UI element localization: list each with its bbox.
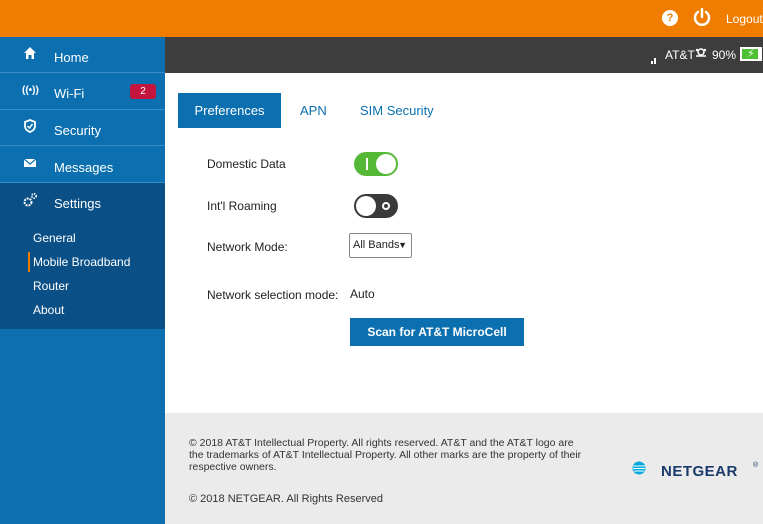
wifi-count-badge: 2 [130, 84, 156, 99]
status-header: AT&T 90% ⚡ [165, 37, 763, 73]
domestic-data-toggle[interactable] [354, 152, 398, 176]
settings-submenu: General Mobile Broadband Router About [0, 219, 165, 329]
submenu-item-about[interactable]: About [28, 300, 64, 320]
network-mode-value: All Bands [353, 239, 400, 251]
network-selection-label: Network selection mode: [207, 288, 339, 302]
submenu-item-mobile-broadband[interactable]: Mobile Broadband [28, 252, 130, 272]
chevron-down-icon: ▼ [398, 240, 407, 250]
sidebar-item-label: Home [54, 50, 89, 65]
network-icon [694, 47, 708, 62]
tab-apn[interactable]: APN [300, 93, 327, 128]
network-selection-value: Auto [350, 287, 375, 301]
tab-preferences[interactable]: Preferences [178, 93, 281, 128]
sidebar: Home ((•)) Wi-Fi 2 Security Messages Set… [0, 37, 165, 524]
sidebar-item-home[interactable]: Home [0, 37, 165, 73]
gears-icon [22, 192, 38, 208]
sidebar-item-label: Messages [54, 160, 114, 175]
sidebar-item-security[interactable]: Security [0, 110, 165, 146]
sidebar-item-label: Wi-Fi [54, 86, 85, 101]
sidebar-item-messages[interactable]: Messages [0, 147, 165, 183]
battery-icon: ⚡ [740, 47, 762, 61]
shield-icon [22, 119, 38, 135]
wifi-icon: ((•)) [22, 85, 39, 96]
power-icon[interactable] [692, 7, 712, 27]
network-mode-label: Network Mode: [207, 240, 288, 254]
toggle-on-mark [366, 158, 368, 170]
netgear-logo: NETGEAR [661, 463, 738, 480]
charging-bolt-icon: ⚡ [747, 48, 755, 60]
intl-roaming-toggle[interactable] [354, 194, 398, 218]
sidebar-item-label: Settings [54, 196, 101, 211]
toggle-off-mark [382, 202, 390, 210]
sidebar-item-wifi[interactable]: ((•)) Wi-Fi 2 [0, 74, 165, 110]
sidebar-item-settings[interactable]: Settings [0, 183, 165, 219]
netgear-copyright-text: © 2018 NETGEAR. All Rights Reserved [189, 493, 383, 505]
home-icon [22, 46, 38, 62]
carrier-name: AT&T [665, 48, 695, 62]
submenu-item-router[interactable]: Router [28, 276, 69, 296]
scan-microcell-button[interactable]: Scan for AT&T MicroCell [350, 318, 524, 346]
envelope-icon [22, 156, 38, 172]
logout-link[interactable]: Logout [726, 12, 763, 26]
sidebar-item-label: Security [54, 123, 101, 138]
signal-icon [651, 58, 656, 64]
netgear-registered-mark: ® [753, 462, 759, 469]
top-bar: ? Logout [0, 0, 763, 37]
network-mode-select[interactable]: All Bands ▼ [349, 233, 412, 258]
toggle-knob [356, 196, 376, 216]
tab-sim-security[interactable]: SIM Security [360, 93, 434, 128]
battery-percent: 90% [712, 48, 737, 62]
att-globe-icon [632, 461, 646, 475]
toggle-knob [376, 154, 396, 174]
domestic-data-label: Domestic Data [207, 157, 286, 171]
submenu-item-general[interactable]: General [28, 228, 76, 248]
help-icon[interactable]: ? [662, 10, 678, 26]
footer: © 2018 AT&T Intellectual Property. All r… [165, 413, 763, 524]
intl-roaming-label: Int'l Roaming [207, 199, 277, 213]
att-copyright-text: © 2018 AT&T Intellectual Property. All r… [189, 437, 582, 473]
